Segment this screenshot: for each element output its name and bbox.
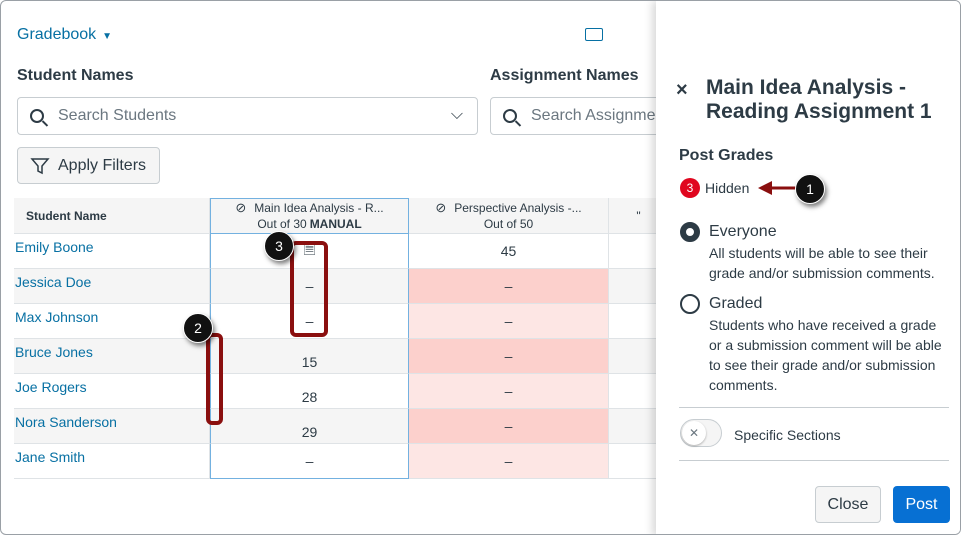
- hidden-eye-icon: ⊘: [435, 199, 447, 215]
- gradebook-window: Gradebook ▼ Student Names Search Students…: [0, 0, 961, 535]
- grade-cell[interactable]: –: [409, 409, 609, 444]
- student-name-link[interactable]: Nora Sanderson: [14, 409, 210, 444]
- grade-cell[interactable]: –: [210, 444, 409, 479]
- assignment-title: ": [636, 208, 641, 223]
- assignment-points-row: Out of 50: [484, 216, 533, 232]
- apply-filters-button[interactable]: Apply Filters: [17, 147, 160, 184]
- grade-cell[interactable]: 28: [210, 374, 409, 409]
- student-name-header-label: Student Name: [26, 208, 107, 223]
- hidden-eye-icon: ⊘: [235, 200, 247, 215]
- close-button[interactable]: Close: [815, 486, 881, 523]
- search-icon: [30, 109, 44, 123]
- student-search-placeholder: Search Students: [58, 107, 177, 124]
- assignment-header[interactable]: ⊘ Main Idea Analysis - R... Out of 30 MANUA…: [210, 198, 409, 234]
- specific-sections-label: Specific Sections: [734, 427, 841, 443]
- specific-sections-toggle[interactable]: ✕: [680, 419, 722, 447]
- keyboard-icon[interactable]: [585, 28, 603, 41]
- assignment-title-row: ⊘ Perspective Analysis -...: [435, 200, 581, 216]
- annotation-outline: [206, 333, 223, 425]
- search-icon: [503, 109, 517, 123]
- gradebook-menu[interactable]: Gradebook ▼: [17, 26, 112, 44]
- grade-cell[interactable]: 45: [409, 234, 609, 269]
- divider: [679, 460, 949, 461]
- student-search-select[interactable]: Search Students ⌵: [17, 97, 478, 135]
- grade-cell[interactable]: –: [409, 374, 609, 409]
- graded-label: Graded: [709, 295, 763, 312]
- grade-cell[interactable]: –: [409, 304, 609, 339]
- assignment-points-row: Out of 30 MANUAL: [257, 216, 361, 232]
- assignment-title-row: ": [636, 208, 640, 224]
- assignment-points: Out of 50: [483, 216, 534, 231]
- annotation-outline: [290, 241, 328, 337]
- student-name-link[interactable]: Jane Smith: [14, 444, 210, 479]
- student-name-link[interactable]: Max Johnson: [14, 304, 210, 339]
- student-names-label: Student Names: [17, 67, 134, 84]
- student-name-link[interactable]: Jessica Doe: [14, 269, 210, 304]
- divider: [679, 407, 949, 408]
- x-icon: ✕: [682, 421, 706, 445]
- graded-description: Students who have received a grade or a …: [709, 317, 942, 393]
- student-name-link[interactable]: Bruce Jones: [14, 339, 210, 374]
- tray-title: Main Idea Analysis - Reading Assignment …: [706, 76, 932, 123]
- everyone-label: Everyone: [709, 223, 777, 240]
- assignment-search-placeholder: Search Assignments: [531, 107, 677, 124]
- callout-1: 1: [795, 174, 825, 204]
- grade-cell[interactable]: –: [409, 444, 609, 479]
- post-grades-heading: Post Grades: [679, 147, 774, 164]
- hidden-count-badge: 3: [680, 178, 700, 198]
- close-icon[interactable]: ×: [676, 79, 688, 102]
- student-name-link[interactable]: Emily Boone: [14, 234, 210, 269]
- hidden-count: 3 Hidden: [680, 178, 749, 198]
- grade-cell[interactable]: –: [409, 269, 609, 304]
- assignment-title: Perspective Analysis -...: [454, 200, 582, 215]
- assignment-points: Out of 30: [257, 217, 307, 231]
- caret-down-icon: ▼: [102, 31, 113, 42]
- apply-filters-label: Apply Filters: [58, 156, 147, 174]
- grade-cell[interactable]: 29: [210, 409, 409, 444]
- assignment-title: Main Idea Analysis - R...: [254, 201, 384, 215]
- filter-icon: [30, 157, 50, 174]
- grade-cell[interactable]: –: [409, 339, 609, 374]
- assignment-header[interactable]: ⊘ Perspective Analysis -... Out of 50: [409, 198, 609, 234]
- post-button[interactable]: Post: [893, 486, 950, 523]
- grading-type-tag: MANUAL: [309, 217, 362, 231]
- chevron-down-icon: ⌵: [450, 106, 463, 123]
- callout-2: 2: [183, 313, 213, 343]
- everyone-radio[interactable]: [680, 222, 700, 242]
- graded-radio[interactable]: [680, 294, 700, 314]
- post-grades-tray: × Main Idea Analysis - Reading Assignmen…: [656, 1, 960, 534]
- everyone-description: All students will be able to see their g…: [709, 245, 935, 281]
- student-name-header: Student Name: [14, 198, 210, 234]
- gradebook-title: Gradebook: [17, 26, 97, 43]
- student-name-link[interactable]: Joe Rogers: [14, 374, 210, 409]
- grade-cell[interactable]: 15: [210, 339, 409, 374]
- hidden-label: Hidden: [705, 180, 750, 196]
- callout-3: 3: [264, 231, 294, 261]
- assignment-title-row: ⊘ Main Idea Analysis - R...: [235, 200, 383, 216]
- assignment-names-label: Assignment Names: [490, 67, 639, 84]
